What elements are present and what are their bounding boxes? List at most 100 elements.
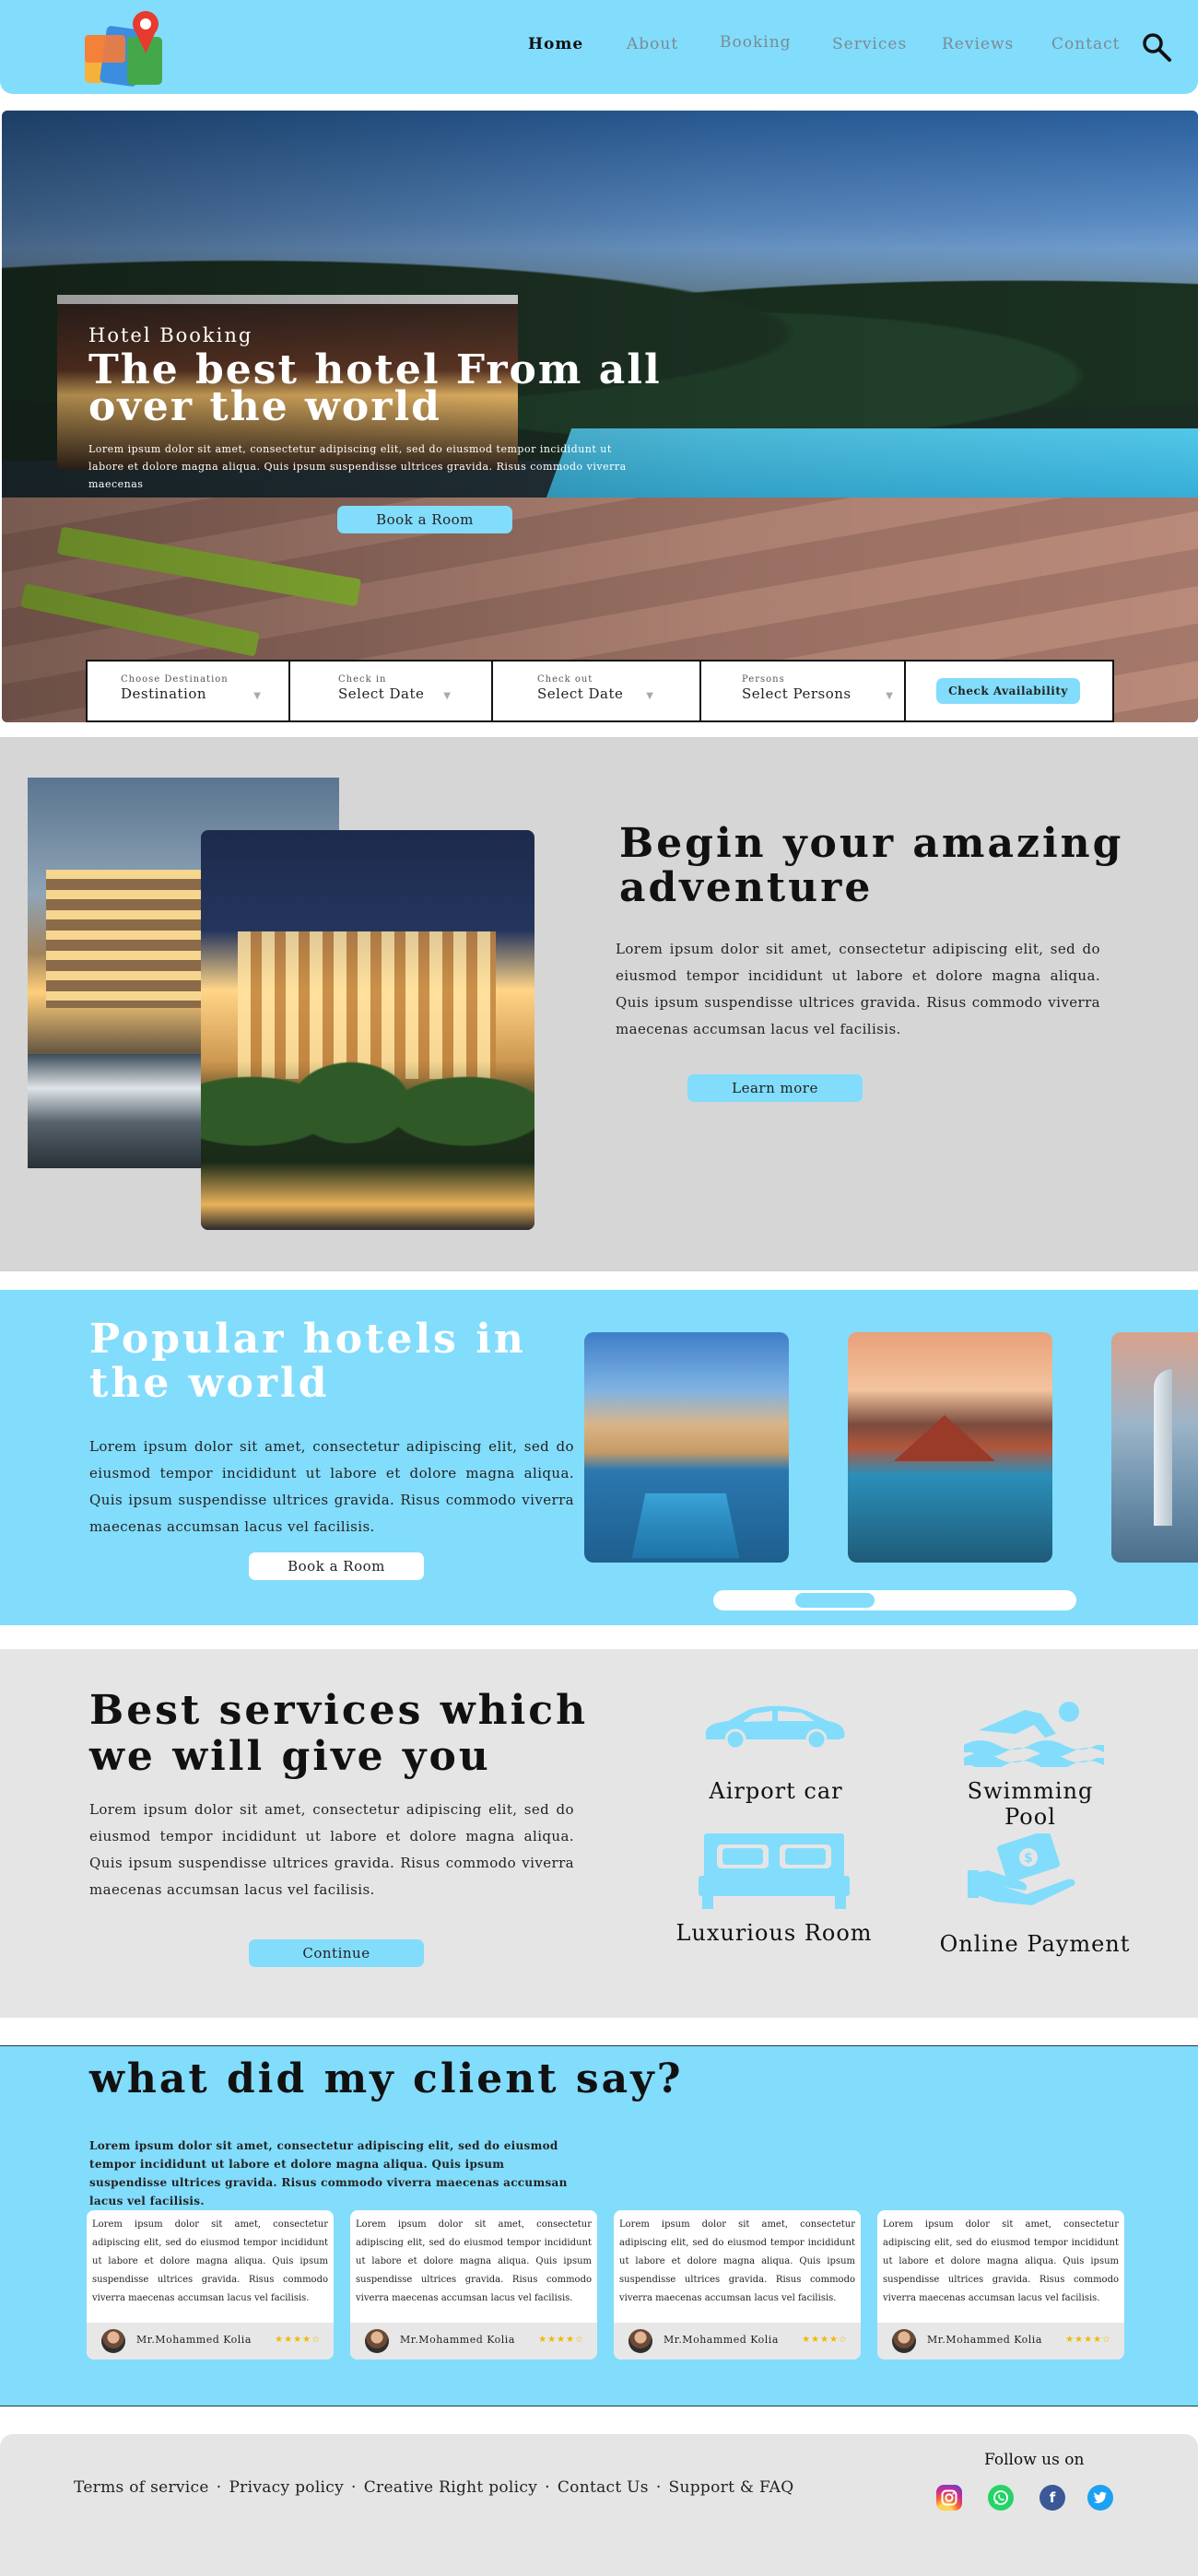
- adventure-description: Lorem ipsum dolor sit amet, consectetur …: [616, 941, 1100, 1037]
- testimonials-intro: Lorem ipsum dolor sit amet, consectetur …: [89, 2139, 568, 2207]
- hotel-card-image[interactable]: [584, 1332, 789, 1563]
- chevron-down-icon: ▼: [886, 691, 893, 701]
- nav-contact[interactable]: Contact: [1051, 35, 1121, 53]
- footer-link-privacy[interactable]: Privacy policy: [229, 2478, 344, 2497]
- popular-title: Popular hotels in the world: [89, 1316, 526, 1407]
- whatsapp-icon[interactable]: [988, 2485, 1014, 2511]
- testimonial-author: Mr.Mohammed Kolia: [136, 2334, 252, 2346]
- check-availability-cell: Check Availability: [906, 662, 1112, 720]
- adventure-section: Begin your amazing adventure Lorem ipsum…: [0, 737, 1198, 1271]
- popular-book-room-button[interactable]: Book a Room: [249, 1552, 424, 1580]
- avatar: [101, 2329, 125, 2353]
- booking-bar: Choose Destination Destination ▼ Check i…: [86, 660, 1114, 722]
- testimonial-card: Lorem ipsum dolor sit amet, consectetur …: [614, 2210, 861, 2359]
- swimmer-icon: [960, 1697, 1108, 1770]
- popular-hotels-section: Popular hotels in the world Lorem ipsum …: [0, 1290, 1198, 1625]
- service-label-airport-car: Airport car: [709, 1778, 843, 1804]
- avatar: [628, 2329, 652, 2353]
- hotel-photo-palace: [201, 830, 534, 1230]
- testimonial-footer: Mr.Mohammed Kolia ★★★★☆: [350, 2323, 597, 2359]
- rating-stars-icon: ★★★★☆: [1065, 2335, 1111, 2345]
- service-label-online-payment: Online Payment: [939, 1931, 1131, 1957]
- footer-link-contact[interactable]: Contact Us: [558, 2478, 649, 2497]
- testimonial-author: Mr.Mohammed Kolia: [927, 2334, 1042, 2346]
- hero-kicker: Hotel Booking: [88, 324, 253, 346]
- checkout-value: Select Date: [537, 685, 624, 702]
- footer-link-terms[interactable]: Terms of service: [74, 2478, 209, 2497]
- checkin-value: Select Date: [338, 685, 425, 702]
- persons-value: Select Persons: [742, 685, 852, 702]
- hero-book-room-button[interactable]: Book a Room: [337, 506, 512, 533]
- check-availability-button[interactable]: Check Availability: [936, 678, 1080, 704]
- car-icon: [700, 1703, 850, 1751]
- services-title: Best services which we will give you: [89, 1687, 589, 1780]
- destination-value: Destination: [121, 685, 207, 702]
- persons-select[interactable]: Persons Select Persons ▼: [701, 662, 906, 720]
- testimonial-footer: Mr.Mohammed Kolia ★★★★☆: [87, 2323, 334, 2359]
- testimonial-text: Lorem ipsum dolor sit amet, consectetur …: [356, 2219, 592, 2303]
- footer-separator: ·: [216, 2478, 222, 2497]
- nav-booking[interactable]: Booking: [720, 33, 792, 52]
- search-icon[interactable]: [1141, 31, 1172, 63]
- chevron-down-icon: ▼: [253, 691, 261, 701]
- service-label-luxurious-room: Luxurious Room: [675, 1920, 873, 1946]
- twitter-icon[interactable]: [1087, 2485, 1113, 2511]
- nav-about[interactable]: About: [627, 35, 678, 53]
- checkin-select[interactable]: Check in Select Date ▼: [290, 662, 493, 720]
- hotel-card-image[interactable]: [848, 1332, 1052, 1563]
- nav-home[interactable]: Home: [528, 35, 583, 53]
- checkout-label: Check out: [537, 674, 593, 685]
- continue-button[interactable]: Continue: [249, 1939, 424, 1967]
- footer-separator: ·: [655, 2478, 662, 2497]
- testimonials-section: what did my client say? Lorem ipsum dolo…: [0, 2045, 1198, 2406]
- checkin-label: Check in: [338, 674, 387, 685]
- testimonial-footer: Mr.Mohammed Kolia ★★★★☆: [877, 2323, 1124, 2359]
- site-header: Home About Booking Services Reviews Cont…: [0, 0, 1198, 94]
- persons-label: Persons: [742, 674, 785, 685]
- testimonial-footer: Mr.Mohammed Kolia ★★★★☆: [614, 2323, 861, 2359]
- destination-select[interactable]: Choose Destination Destination ▼: [88, 662, 290, 720]
- testimonial-author: Mr.Mohammed Kolia: [664, 2334, 779, 2346]
- facebook-icon[interactable]: f: [1039, 2485, 1065, 2511]
- avatar: [892, 2329, 916, 2353]
- service-label-swimming-pool: Swimming Pool: [967, 1778, 1094, 1830]
- testimonial-text: Lorem ipsum dolor sit amet, consectetur …: [619, 2219, 855, 2303]
- footer-link-support[interactable]: Support & FAQ: [669, 2478, 794, 2497]
- learn-more-button[interactable]: Learn more: [687, 1074, 863, 1102]
- popular-description: Lorem ipsum dolor sit amet, consectetur …: [89, 1438, 574, 1535]
- rating-stars-icon: ★★★★☆: [538, 2335, 584, 2345]
- adventure-title: Begin your amazing adventure: [619, 820, 1124, 911]
- footer-link-creative-right[interactable]: Creative Right policy: [364, 2478, 537, 2497]
- testimonials-title: what did my client say?: [89, 2055, 684, 2102]
- carousel-scrollbar-thumb[interactable]: [793, 1590, 877, 1610]
- rating-stars-icon: ★★★★☆: [275, 2335, 321, 2345]
- checkout-select[interactable]: Check out Select Date ▼: [493, 662, 701, 720]
- footer-separator: ·: [351, 2478, 357, 2497]
- nav-services[interactable]: Services: [832, 35, 907, 53]
- hero-banner: Hotel Booking The best hotel From all ov…: [2, 111, 1198, 722]
- rating-stars-icon: ★★★★☆: [802, 2335, 848, 2345]
- testimonial-text: Lorem ipsum dolor sit amet, consectetur …: [92, 2219, 328, 2303]
- nav-reviews[interactable]: Reviews: [942, 35, 1014, 53]
- avatar: [365, 2329, 389, 2353]
- footer-links: Terms of service · Privacy policy · Crea…: [74, 2478, 793, 2497]
- hotel-card-image[interactable]: [1111, 1332, 1198, 1563]
- instagram-icon[interactable]: [936, 2485, 962, 2511]
- testimonial-text: Lorem ipsum dolor sit amet, consectetur …: [883, 2219, 1119, 2303]
- footer-separator: ·: [545, 2478, 550, 2497]
- testimonial-card: Lorem ipsum dolor sit amet, consectetur …: [877, 2210, 1124, 2359]
- testimonial-card: Lorem ipsum dolor sit amet, consectetur …: [87, 2210, 334, 2359]
- chevron-down-icon: ▼: [646, 691, 653, 701]
- follow-us-label: Follow us on: [984, 2451, 1085, 2469]
- payment-hand-icon: $: [968, 1830, 1087, 1907]
- services-description: Lorem ipsum dolor sit amet, consectetur …: [89, 1801, 574, 1898]
- chevron-down-icon: ▼: [443, 691, 451, 701]
- testimonial-card: Lorem ipsum dolor sit amet, consectetur …: [350, 2210, 597, 2359]
- bed-icon: [699, 1830, 850, 1911]
- carousel-scrollbar-track[interactable]: [713, 1590, 1076, 1610]
- testimonial-author: Mr.Mohammed Kolia: [400, 2334, 515, 2346]
- logo[interactable]: [85, 9, 166, 88]
- svg-text:$: $: [1024, 1851, 1033, 1866]
- site-footer: Terms of service · Privacy policy · Crea…: [0, 2434, 1198, 2576]
- destination-label: Choose Destination: [121, 674, 229, 685]
